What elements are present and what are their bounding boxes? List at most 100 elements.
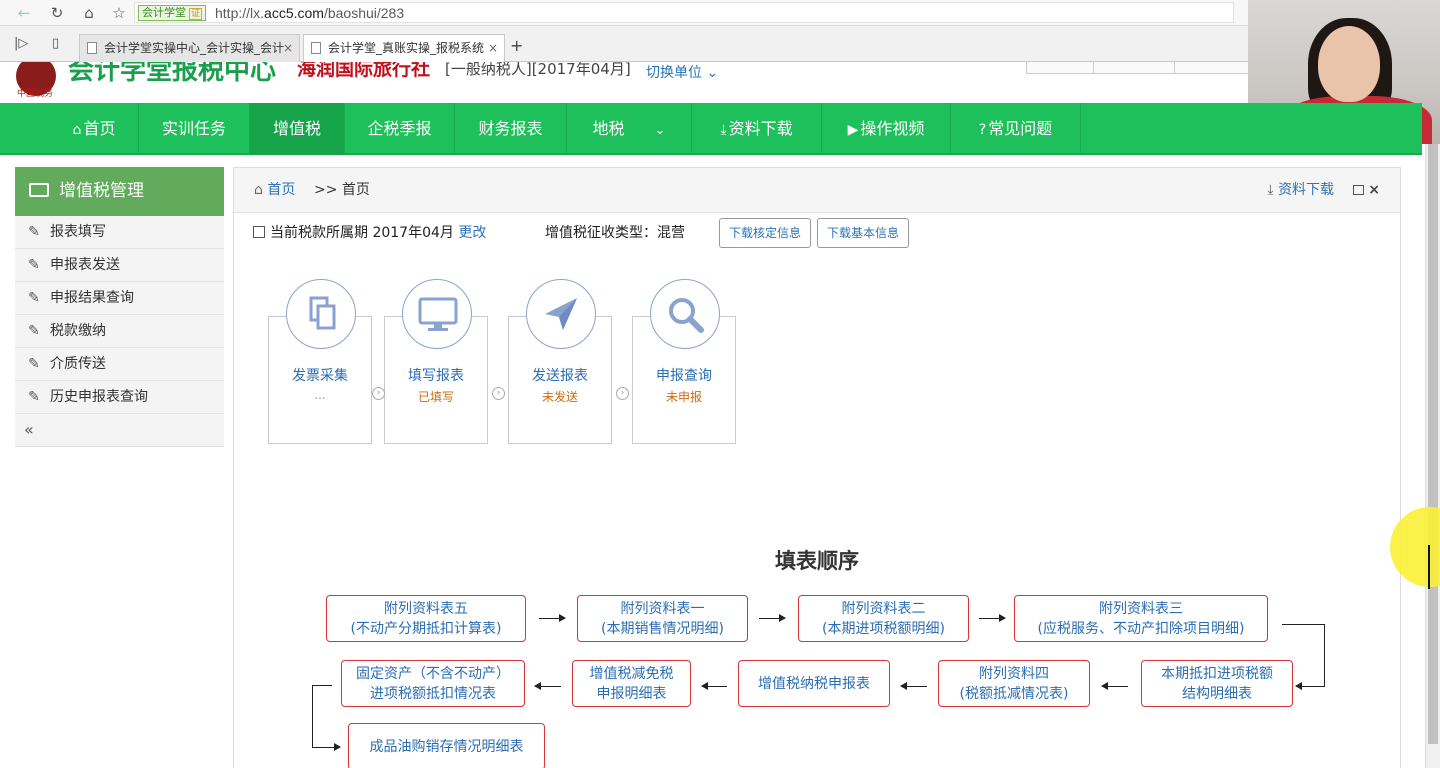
step-title[interactable]: 发送报表 — [508, 365, 612, 385]
page-icon — [311, 42, 321, 54]
page-icon — [87, 42, 97, 54]
secure-badge[interactable]: 会计学堂证 — [138, 5, 207, 21]
step-status: 未发送 — [541, 390, 578, 404]
home-icon[interactable]: ⌂ — [79, 3, 99, 23]
header-button[interactable] — [1093, 62, 1175, 74]
sidebar-item-fill-forms[interactable]: ✎ 报表填写 — [15, 216, 224, 249]
tax-info-row: 当前税款所属期 2017年04月 更改 增值税征收类型：混营 下载核定信息 下载… — [234, 214, 1400, 254]
close-icon[interactable]: × — [1368, 168, 1380, 213]
sidebar: 增值税管理 ✎ 报表填写 ✎ 申报表发送 ✎ 申报结果查询 ✎ 税款缴纳 ✎ 介质传送 ✎… — [15, 167, 224, 447]
url-text[interactable]: http://lx.acc5.com/baoshui/283 — [215, 4, 404, 22]
page-scrollbar[interactable] — [1425, 144, 1440, 768]
flow-arrow — [534, 682, 561, 690]
sidebar-collapse-button[interactable]: « — [15, 414, 224, 447]
browser-tab[interactable]: 会计学堂实操中心_会计实操_会计 × — [79, 34, 300, 62]
nav-financial-statements[interactable]: 财务报表 — [455, 103, 567, 155]
tax-period: 当前税款所属期 2017年04月 更改 — [253, 222, 486, 242]
edit-icon: ✎ — [28, 290, 40, 306]
search-icon[interactable] — [650, 279, 720, 349]
breadcrumb-home[interactable]: ⌂ 首页 — [254, 168, 295, 213]
main-nav: ⌂ 首页 实训任务 增值税 企税季报 财务报表 地税 ⌄ ⤓ 资料下载 ▶ 操作视频 ?… — [0, 103, 1422, 155]
sidebar-toggle-icon[interactable]: |▷ — [14, 36, 28, 51]
fill-box-schedule-3[interactable]: 附列资料表三 (应税服务、不动产扣除项目明细) — [1014, 595, 1268, 642]
fill-box-vat-exemption[interactable]: 增值税减免税 申报明细表 — [572, 660, 691, 707]
sidebar-item-send-declaration[interactable]: ✎ 申报表发送 — [15, 249, 224, 282]
edit-icon: ✎ — [28, 257, 40, 273]
edit-icon: ✎ — [28, 389, 40, 405]
sidebar-item-media-transfer[interactable]: ✎ 介质传送 — [15, 348, 224, 381]
nav-home[interactable]: ⌂ 首页 — [50, 103, 139, 155]
url-field[interactable]: 会计学堂证 http://lx.acc5.com/baoshui/283 — [134, 2, 1234, 23]
question-circle-icon: ? — [978, 122, 987, 138]
nav-training-tasks[interactable]: 实训任务 — [139, 103, 250, 155]
browser-tab-active[interactable]: 会计学堂_真账实操_报税系统 × — [303, 34, 505, 63]
breadcrumb: ⌂ 首页 >> 首页 ⤓ 资料下载 × — [234, 168, 1400, 213]
edit-icon: ✎ — [28, 356, 40, 372]
chevron-down-icon: ⌄ — [654, 123, 666, 138]
fill-box-schedule-1[interactable]: 附列资料表一 (本期销售情况明细) — [577, 595, 748, 642]
step-arrow-icon: › — [372, 387, 385, 400]
home-icon: ⌂ — [72, 122, 82, 138]
tab-label: 会计学堂_真账实操_报税系统 — [328, 41, 485, 55]
sidebar-item-tax-payment[interactable]: ✎ 税款缴纳 — [15, 315, 224, 348]
back-icon[interactable]: ← — [14, 3, 34, 23]
company-meta: [一般纳税人][2017年04月] — [445, 62, 631, 78]
flow-arrow — [701, 682, 727, 690]
bookmark-star-icon[interactable]: ☆ — [109, 3, 129, 23]
flow-arrow — [1101, 682, 1128, 690]
fill-box-input-tax-structure[interactable]: 本期抵扣进项税额 结构明细表 — [1141, 660, 1293, 707]
sidebar-item-query-result[interactable]: ✎ 申报结果查询 — [15, 282, 224, 315]
fill-box-oil-products[interactable]: 成品油购销存情况明细表 — [348, 723, 545, 768]
paper-plane-icon[interactable] — [526, 279, 596, 349]
tab-label: 会计学堂实操中心_会计实操_会计 — [104, 41, 285, 55]
documents-icon[interactable] — [286, 279, 356, 349]
close-tab-icon[interactable]: × — [488, 35, 498, 61]
home-icon: ⌂ — [254, 182, 263, 198]
reload-icon[interactable]: ↻ — [47, 3, 67, 23]
scrollbar-thumb[interactable] — [1428, 144, 1438, 744]
fill-box-fixed-assets[interactable]: 固定资产（不含不动产） 进项税额抵扣情况表 — [341, 660, 525, 707]
flow-arrow — [312, 743, 341, 751]
fill-box-schedule-2[interactable]: 附列资料表二 (本期进项税额明细) — [798, 595, 969, 642]
switch-unit-link[interactable]: 切换单位 ⌄ — [646, 62, 718, 82]
step-status: 未申报 — [665, 390, 702, 404]
site-title: 会计学堂报税中心 — [68, 62, 277, 86]
nav-corporate-tax[interactable]: 企税季报 — [345, 103, 455, 155]
monitor-icon[interactable] — [402, 279, 472, 349]
screen: ← ↻ ⌂ ☆ 会计学堂证 http://lx.acc5.com/baoshui… — [0, 0, 1440, 768]
device-icon[interactable]: ▯ — [52, 36, 59, 51]
fill-box-vat-return[interactable]: 增值税纳税申报表 — [738, 660, 890, 707]
download-basic-info-button[interactable]: 下载基本信息 — [817, 218, 910, 248]
new-tab-button[interactable]: + — [510, 36, 523, 55]
header-button[interactable] — [1026, 62, 1094, 74]
fill-box-schedule-4[interactable]: 附列资料四 (税额抵减情况表) — [938, 660, 1090, 707]
panel-download-link[interactable]: ⤓ 资料下载 — [1267, 168, 1334, 213]
change-period-link[interactable]: 更改 — [458, 225, 486, 241]
step-title[interactable]: 发票采集 — [268, 365, 372, 385]
nav-faq[interactable]: ? 常见问题 — [951, 103, 1081, 155]
close-tab-icon[interactable]: × — [283, 35, 293, 61]
step-title[interactable]: 填写报表 — [384, 365, 488, 385]
step-title[interactable]: 申报查询 — [632, 365, 736, 385]
nav-downloads[interactable]: ⤓ 资料下载 — [692, 103, 822, 155]
step-status: 已填写 — [417, 390, 454, 404]
download-verification-button[interactable]: 下载核定信息 — [719, 218, 812, 248]
flow-connector — [1282, 624, 1324, 625]
browser-address-bar: ← ↻ ⌂ ☆ 会计学堂证 http://lx.acc5.com/baoshui… — [0, 0, 1248, 26]
edit-icon: ✎ — [28, 323, 40, 339]
header-button[interactable] — [1174, 62, 1248, 74]
sidebar-item-history[interactable]: ✎ 历史申报表查询 — [15, 381, 224, 414]
breadcrumb-current: >> 首页 — [314, 182, 370, 198]
flow-connector — [1324, 624, 1325, 687]
nav-vat[interactable]: 增值税 — [250, 103, 345, 155]
edit-icon: ✎ — [28, 224, 40, 240]
flow-arrow — [900, 682, 927, 690]
mouse-cursor-icon — [1428, 545, 1440, 589]
nav-local-tax[interactable]: 地税 ⌄ — [567, 103, 692, 155]
play-circle-icon: ▶ — [847, 122, 859, 138]
download-icon: ⤓ — [1267, 182, 1274, 198]
fill-box-schedule-5[interactable]: 附列资料表五 (不动产分期抵扣计算表) — [326, 595, 526, 642]
nav-videos[interactable]: ▶ 操作视频 — [822, 103, 951, 155]
step-arrow-icon: › — [492, 387, 505, 400]
restore-window-icon[interactable] — [1353, 185, 1364, 195]
